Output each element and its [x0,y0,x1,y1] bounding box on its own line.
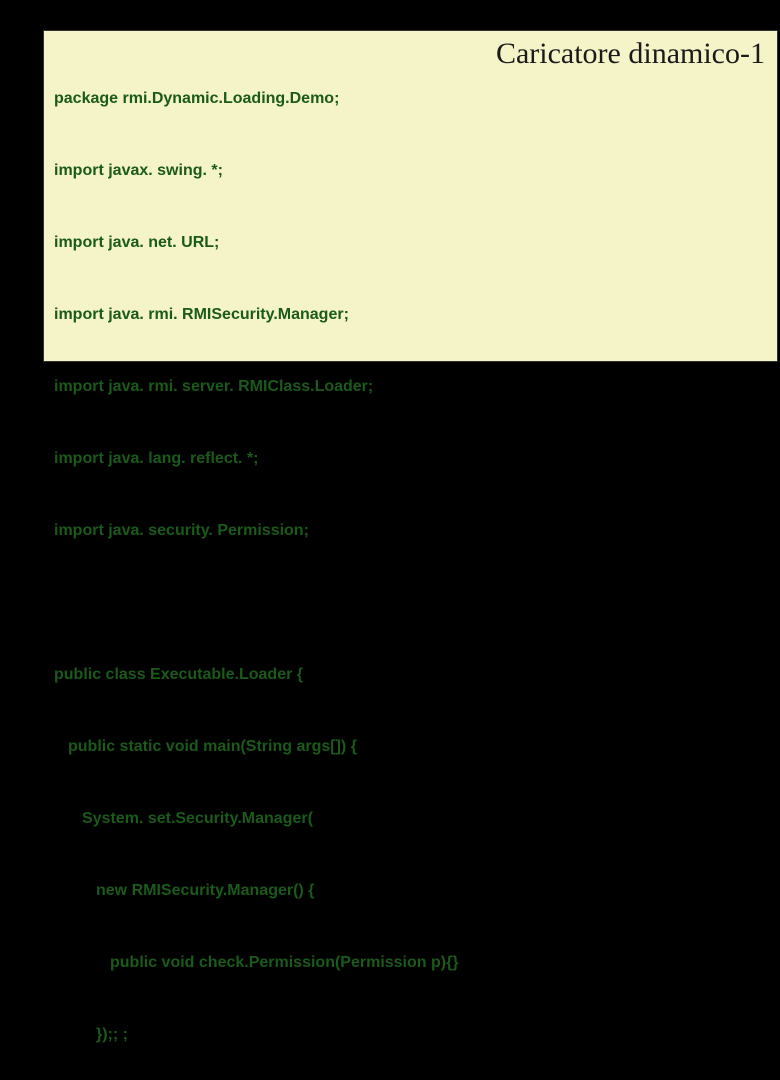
code-line: import java. rmi. RMISecurity.Manager; [54,303,767,327]
code-line: public void check.Permission(Permission … [54,951,767,975]
code-line: new RMISecurity.Manager() { [54,879,767,903]
code-line: import java. security. Permission; [54,519,767,543]
slide-container: Caricatore dinamico-1 package rmi.Dynami… [43,30,778,362]
code-block: package rmi.Dynamic.Loading.Demo; import… [54,39,767,1080]
code-line: import java. net. URL; [54,231,767,255]
code-line: package rmi.Dynamic.Loading.Demo; [54,87,767,111]
code-line: import java. lang. reflect. *; [54,447,767,471]
code-line: public static void main(String args[]) { [54,735,767,759]
code-line: import java. rmi. server. RMIClass.Loade… [54,375,767,399]
code-line: import javax. swing. *; [54,159,767,183]
slide-title: Caricatore dinamico-1 [496,37,765,71]
code-line [54,591,767,615]
code-line: });; ; [54,1023,767,1047]
code-line: System. set.Security.Manager( [54,807,767,831]
code-line: public class Executable.Loader { [54,663,767,687]
